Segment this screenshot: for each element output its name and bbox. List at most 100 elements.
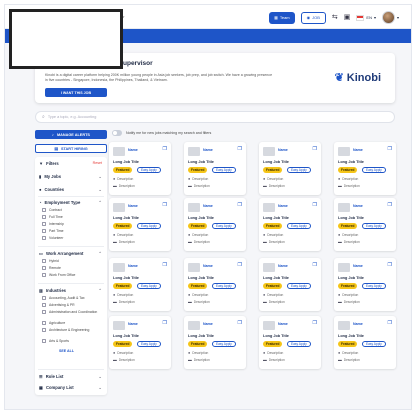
job-card[interactable]: Name ❐ Long Job Title Featured Easy Apply ● De…: [109, 258, 171, 311]
job-title[interactable]: Long Job Title: [263, 160, 289, 164]
company-name[interactable]: Name: [278, 148, 288, 152]
search-input[interactable]: [47, 115, 348, 119]
company-name[interactable]: Name: [203, 204, 213, 208]
filter-option[interactable]: Internship: [42, 222, 64, 226]
company-name[interactable]: Name: [203, 264, 213, 268]
job-title[interactable]: Long Job Title: [338, 276, 364, 280]
company-name[interactable]: Name: [353, 322, 363, 326]
job-title[interactable]: Long Job Title: [113, 216, 139, 220]
bookmark-icon[interactable]: ❐: [388, 202, 392, 208]
message-icon[interactable]: ▣: [344, 14, 351, 21]
chevron-up-icon[interactable]: ⌃: [98, 251, 102, 257]
job-card[interactable]: Name ❐ Long Job Title Featured Easy Apply ● De…: [109, 198, 171, 251]
industries-section[interactable]: ▥ Industries: [39, 288, 66, 293]
bookmark-icon[interactable]: ❐: [163, 320, 167, 326]
job-card[interactable]: Name ❐ Long Job Title Featured Easy Apply ● De…: [334, 258, 396, 311]
job-title[interactable]: Long Job Title: [188, 160, 214, 164]
job-title[interactable]: Long Job Title: [188, 216, 214, 220]
filter-option[interactable]: Arts & Sports: [42, 339, 69, 343]
bookmark-icon[interactable]: ❐: [313, 320, 317, 326]
checkbox[interactable]: [42, 310, 46, 314]
bookmark-icon[interactable]: ❐: [163, 262, 167, 268]
job-card[interactable]: Name ❐ Long Job Title Featured Easy Apply ● De…: [184, 258, 246, 311]
chevron-down-icon[interactable]: ⌄: [98, 187, 102, 193]
countries-section[interactable]: ● Countries: [39, 187, 64, 192]
job-title[interactable]: Long Job Title: [338, 334, 364, 338]
job-title[interactable]: Long Job Title: [113, 160, 139, 164]
bookmark-icon[interactable]: ❐: [313, 202, 317, 208]
chevron-down-icon[interactable]: ⌄: [98, 374, 102, 380]
checkbox[interactable]: [42, 259, 46, 263]
nav-job-button[interactable]: ◉ JOB: [300, 11, 326, 24]
bookmark-icon[interactable]: ❐: [238, 320, 242, 326]
bookmark-icon[interactable]: ❐: [313, 262, 317, 268]
job-title[interactable]: Long Job Title: [263, 216, 289, 220]
filter-option[interactable]: Administration and Coordination: [42, 310, 101, 314]
job-card[interactable]: Name ❐ Long Job Title Featured Easy Apply ● De…: [184, 142, 246, 195]
company-name[interactable]: Name: [203, 148, 213, 152]
profile-menu[interactable]: ▾: [381, 11, 399, 24]
filter-option[interactable]: Advertising & PR: [42, 303, 75, 307]
job-card[interactable]: Name ❐ Long Job Title Featured Easy Apply ● De…: [259, 198, 321, 251]
nav-team-button[interactable]: ▦ Team: [269, 11, 295, 24]
job-title[interactable]: Long Job Title: [188, 334, 214, 338]
see-all-link[interactable]: SEE ALL: [59, 349, 74, 353]
start-hiring-button[interactable]: ▤ START HIRING: [35, 144, 107, 153]
checkbox[interactable]: [42, 328, 46, 332]
role-list-section[interactable]: ☰ Role List: [39, 374, 63, 379]
checkbox[interactable]: [42, 236, 46, 240]
checkbox[interactable]: [42, 266, 46, 270]
filter-option[interactable]: Full Time: [42, 215, 63, 219]
filter-option[interactable]: Accounting, Audit & Tax: [42, 296, 85, 300]
company-name[interactable]: Name: [353, 204, 363, 208]
chevron-down-icon[interactable]: ⌄: [98, 385, 102, 391]
filter-option[interactable]: Hybrid: [42, 259, 59, 263]
bookmark-icon[interactable]: ❐: [238, 146, 242, 152]
bookmark-icon[interactable]: ❐: [388, 146, 392, 152]
filter-option[interactable]: Agriculture: [42, 321, 65, 325]
job-card[interactable]: Name ❐ Long Job Title Featured Easy Apply ● De…: [184, 198, 246, 251]
bookmark-icon[interactable]: ❐: [388, 262, 392, 268]
checkbox[interactable]: [42, 303, 46, 307]
job-title[interactable]: Long Job Title: [263, 276, 289, 280]
bookmark-icon[interactable]: ❐: [238, 262, 242, 268]
job-title[interactable]: Long Job Title: [338, 160, 364, 164]
checkbox[interactable]: [42, 222, 46, 226]
reset-filters-link[interactable]: Reset: [93, 161, 102, 165]
work-arrangement-section[interactable]: ▭ Work Arrangement: [39, 251, 83, 256]
job-title[interactable]: Long Job Title: [113, 276, 139, 280]
checkbox[interactable]: [42, 208, 46, 212]
job-title[interactable]: Long Job Title: [263, 334, 289, 338]
bookmark-icon[interactable]: ❐: [163, 146, 167, 152]
company-name[interactable]: Name: [128, 322, 138, 326]
translate-icon[interactable]: ⇆: [332, 14, 338, 21]
company-name[interactable]: Name: [203, 322, 213, 326]
chevron-up-icon[interactable]: ⌃: [98, 200, 102, 206]
job-card[interactable]: Name ❐ Long Job Title Featured Easy Apply ● De…: [184, 316, 246, 369]
company-name[interactable]: Name: [353, 264, 363, 268]
checkbox[interactable]: [42, 229, 46, 233]
checkbox[interactable]: [42, 339, 46, 343]
chevron-up-icon[interactable]: ⌃: [98, 288, 102, 294]
company-name[interactable]: Name: [278, 322, 288, 326]
company-name[interactable]: Name: [128, 264, 138, 268]
job-card[interactable]: Name ❐ Long Job Title Featured Easy Apply ● De…: [334, 198, 396, 251]
job-title[interactable]: Long Job Title: [113, 334, 139, 338]
job-title[interactable]: Long Job Title: [188, 276, 214, 280]
job-card[interactable]: Name ❐ Long Job Title Featured Easy Apply ● De…: [109, 142, 171, 195]
search-bar[interactable]: ⌕: [35, 111, 395, 123]
job-card[interactable]: Name ❐ Long Job Title Featured Easy Apply ● De…: [259, 258, 321, 311]
apply-button[interactable]: I WANT THIS JOB: [45, 88, 107, 97]
job-card[interactable]: Name ❐ Long Job Title Featured Easy Apply ● De…: [109, 316, 171, 369]
company-name[interactable]: Name: [278, 264, 288, 268]
job-card[interactable]: Name ❐ Long Job Title Featured Easy Apply ● De…: [334, 142, 396, 195]
bookmark-icon[interactable]: ❐: [163, 202, 167, 208]
filter-option[interactable]: Contract: [42, 208, 62, 212]
language-selector[interactable]: EN ▾: [356, 14, 376, 21]
checkbox[interactable]: [42, 215, 46, 219]
company-name[interactable]: Name: [128, 204, 138, 208]
job-card[interactable]: Name ❐ Long Job Title Featured Easy Apply ● De…: [334, 316, 396, 369]
filter-option[interactable]: Work From Office: [42, 273, 75, 277]
filter-option[interactable]: Volunteer: [42, 236, 63, 240]
filter-option[interactable]: Part Time: [42, 229, 64, 233]
